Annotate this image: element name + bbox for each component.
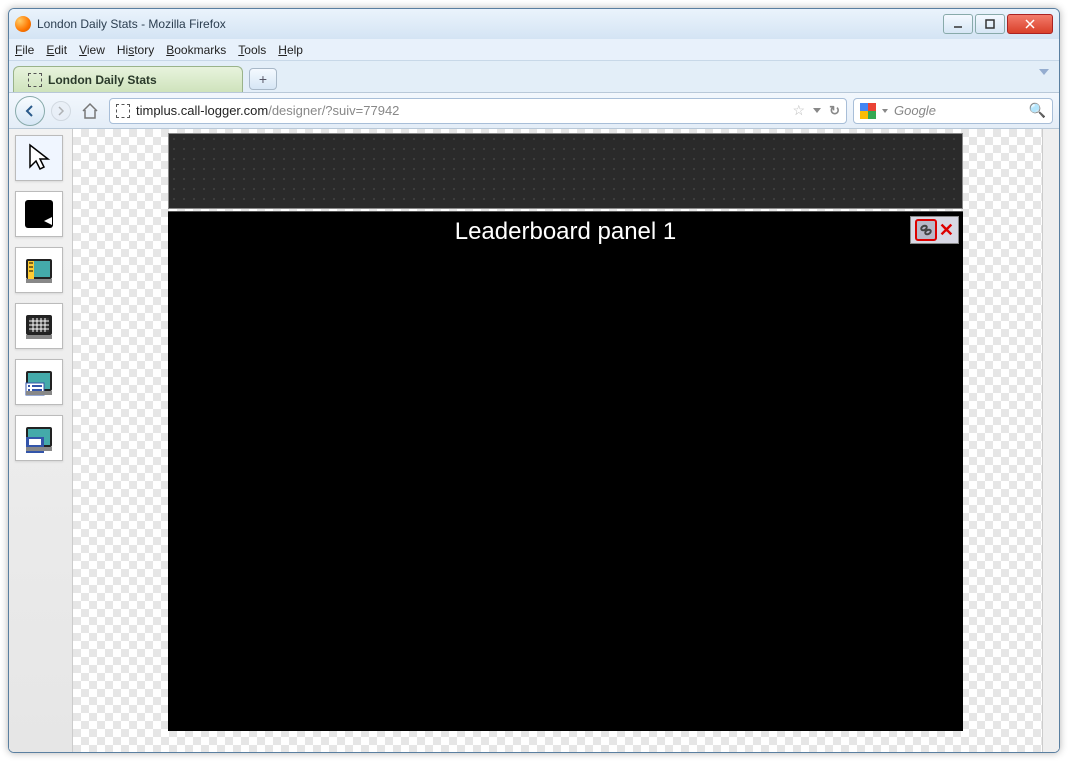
urlbar-site-icon xyxy=(116,104,130,118)
titlebar: London Daily Stats - Mozilla Firefox xyxy=(9,9,1059,39)
vertical-scrollbar[interactable] xyxy=(1042,129,1059,752)
save-tool[interactable] xyxy=(15,415,63,461)
menu-view[interactable]: View xyxy=(79,43,105,57)
tab-london-daily-stats[interactable]: London Daily Stats xyxy=(13,66,243,92)
run-tool[interactable] xyxy=(15,191,63,237)
menu-file[interactable]: File xyxy=(15,43,34,57)
panel-controls: ✕ xyxy=(910,216,959,244)
panel-title: Leaderboard panel 1 xyxy=(168,212,963,246)
new-tab-button[interactable]: + xyxy=(249,68,277,90)
forward-button[interactable] xyxy=(51,101,71,121)
tool-sidebar xyxy=(9,129,73,752)
menu-edit[interactable]: Edit xyxy=(46,43,67,57)
menu-help[interactable]: Help xyxy=(278,43,303,57)
design-canvas[interactable]: Leaderboard panel 1 ✕ xyxy=(73,129,1059,752)
close-window-button[interactable] xyxy=(1007,14,1053,34)
url-text: timplus.call-logger.com/designer/?suiv=7… xyxy=(136,103,787,118)
maximize-button[interactable] xyxy=(975,14,1005,34)
reload-icon[interactable]: ↻ xyxy=(829,103,840,119)
search-placeholder: Google xyxy=(894,103,1023,118)
navbar: timplus.call-logger.com/designer/?suiv=7… xyxy=(9,93,1059,129)
urlbar-right: ☆ ↻ xyxy=(793,102,840,119)
panel-close-button[interactable]: ✕ xyxy=(939,221,954,239)
minimize-button[interactable] xyxy=(943,14,973,34)
ruler-tool[interactable] xyxy=(15,247,63,293)
search-engine-dropdown-icon[interactable] xyxy=(882,109,888,113)
tabstrip: London Daily Stats + xyxy=(9,61,1059,93)
bookmark-star-icon[interactable]: ☆ xyxy=(793,102,806,119)
leaderboard-panel[interactable]: Leaderboard panel 1 ✕ xyxy=(168,211,963,731)
search-icon[interactable]: 🔍 xyxy=(1029,102,1046,119)
menu-tools[interactable]: Tools xyxy=(238,43,266,57)
url-dropdown-icon[interactable] xyxy=(813,108,821,113)
google-icon xyxy=(860,103,876,119)
pointer-tool[interactable] xyxy=(15,135,63,181)
grid-tool[interactable] xyxy=(15,303,63,349)
back-button[interactable] xyxy=(15,96,45,126)
search-box[interactable]: Google 🔍 xyxy=(853,98,1053,124)
firefox-window: London Daily Stats - Mozilla Firefox Fil… xyxy=(8,8,1060,753)
url-bar[interactable]: timplus.call-logger.com/designer/?suiv=7… xyxy=(109,98,847,124)
menu-bookmarks[interactable]: Bookmarks xyxy=(166,43,226,57)
tabs-dropdown-icon[interactable] xyxy=(1039,69,1049,75)
content-area: Leaderboard panel 1 ✕ xyxy=(9,129,1059,752)
window-controls xyxy=(943,14,1053,34)
menu-history[interactable]: History xyxy=(117,43,154,57)
firefox-icon xyxy=(15,16,31,32)
tab-label: London Daily Stats xyxy=(48,73,157,87)
list-tool[interactable] xyxy=(15,359,63,405)
panel-header-area[interactable] xyxy=(168,133,963,209)
window-title: London Daily Stats - Mozilla Firefox xyxy=(37,17,943,31)
menubar: File Edit View History Bookmarks Tools H… xyxy=(9,39,1059,61)
panel-properties-button[interactable] xyxy=(915,219,937,241)
site-icon xyxy=(28,73,42,87)
home-button[interactable] xyxy=(77,98,103,124)
